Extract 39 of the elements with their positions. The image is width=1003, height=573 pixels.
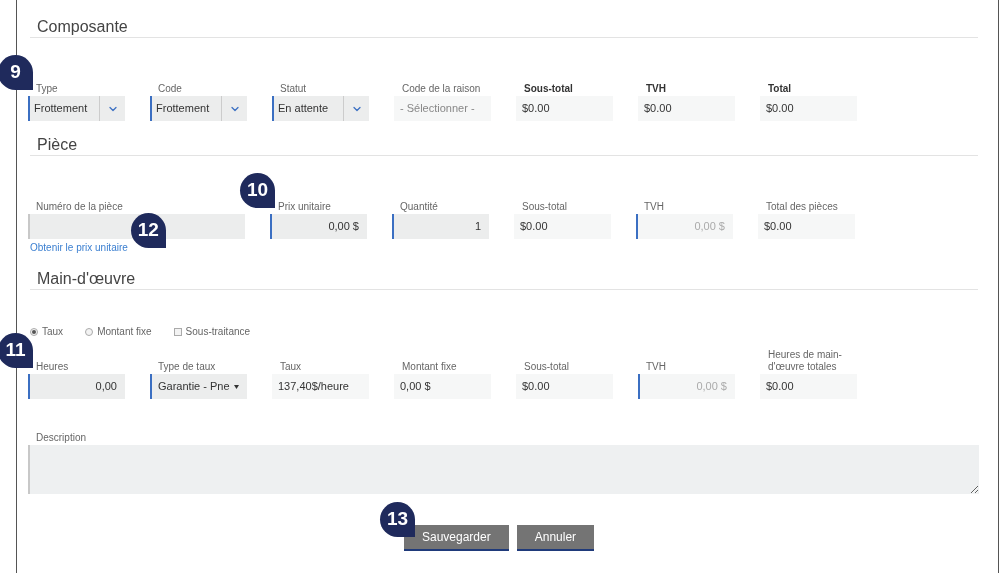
value-display: $0.00 xyxy=(516,374,613,399)
callout-tooltip: 11 xyxy=(0,333,33,368)
value-display: $0.00 xyxy=(638,96,735,121)
field-label: Total xyxy=(767,83,793,95)
callout-tooltip: 13 xyxy=(380,502,415,537)
section-title: Main-d'œuvre xyxy=(36,269,137,289)
field-label: Montant fixe xyxy=(401,361,458,373)
value-display: $0.00 xyxy=(514,214,611,239)
field-label: Sous-total xyxy=(523,361,571,373)
field-label: Code de la raison xyxy=(401,83,482,95)
value-display: $0.00 xyxy=(758,214,855,239)
field-label: Taux xyxy=(279,361,303,373)
field-label: Sous-total xyxy=(523,83,574,95)
field-label: Numéro de la pièce xyxy=(35,201,124,213)
field-label: Heures de main-d'œuvre totales xyxy=(767,349,843,373)
field-label: Quantité xyxy=(399,201,439,213)
field-label: Type xyxy=(35,83,59,95)
field-label: Code xyxy=(157,83,183,95)
value-display: 137,40$/heure xyxy=(272,374,369,399)
callout-tooltip: 12 xyxy=(130,213,166,248)
field-label: Heures xyxy=(35,361,70,373)
field-label: Total des pièces xyxy=(765,201,839,213)
value-display: $0.00 xyxy=(760,374,857,399)
section-title: Pièce xyxy=(36,135,79,155)
field-label: Type de taux xyxy=(157,361,217,373)
field-label: Sous-total xyxy=(521,201,569,213)
field-label: Statut xyxy=(279,83,308,95)
field-label: TVH xyxy=(645,83,667,95)
field-label: Description xyxy=(35,432,88,444)
callout-tooltip: 9 xyxy=(0,55,33,90)
section-title: Composante xyxy=(36,17,129,37)
value-display: $0.00 xyxy=(760,96,857,121)
value-display: - Sélectionner - xyxy=(394,96,491,121)
value-display: 0,00 $ xyxy=(394,374,491,399)
callout-tooltip: 10 xyxy=(240,173,275,208)
field-label: TVH xyxy=(645,361,667,373)
field-label: Prix unitaire xyxy=(277,201,332,213)
value-display: $0.00 xyxy=(516,96,613,121)
field-label: TVH xyxy=(643,201,665,213)
